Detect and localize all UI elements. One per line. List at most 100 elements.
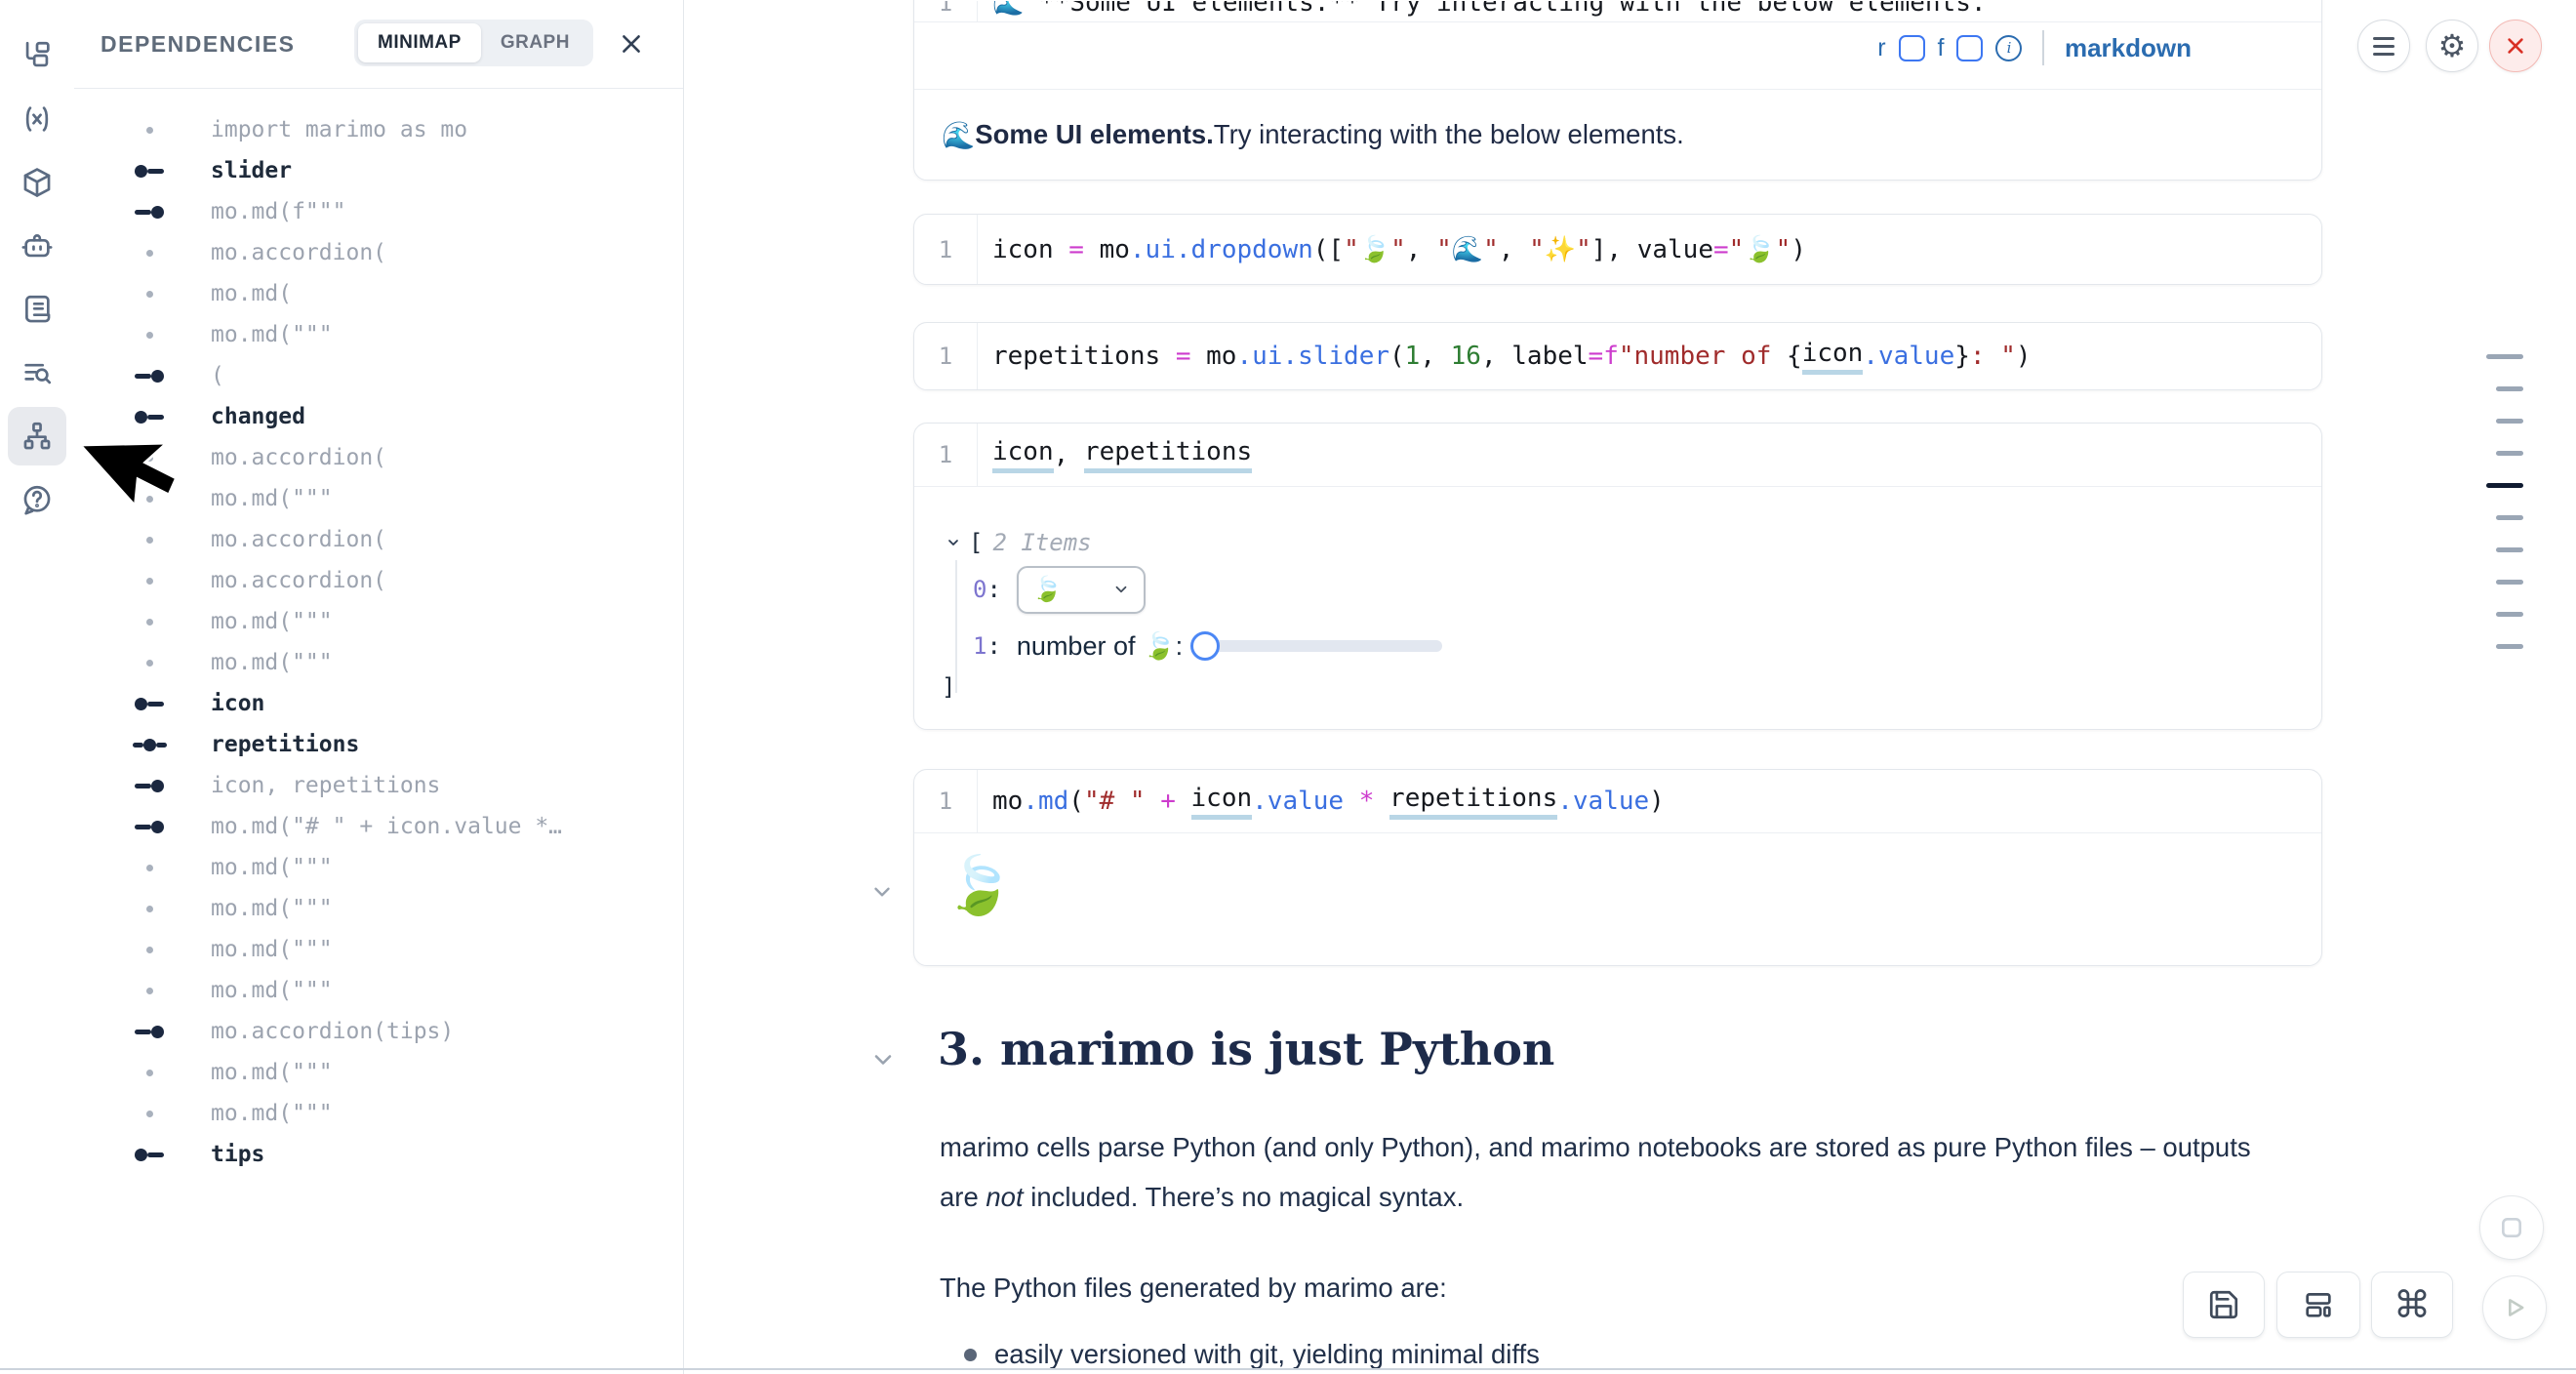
sidebar-item-help[interactable] xyxy=(8,470,66,529)
command-palette-button[interactable]: ⌘ xyxy=(2371,1272,2453,1338)
md-intro-editor-clipped[interactable]: 1 🌊 **Some UI elements.** Try interactin… xyxy=(914,1,2321,22)
minimap-item[interactable]: mo.md(f""" xyxy=(74,191,683,232)
md-result-output: 🍃 xyxy=(914,832,2321,965)
tuple-editor: 1 icon, repetitions xyxy=(914,424,2321,487)
scroll-mark[interactable] xyxy=(2496,547,2523,552)
minimap-item-label: mo.accordion( xyxy=(211,527,386,552)
tree-row-0: 0 : 🍃 xyxy=(973,566,1146,613)
cell-dot-icon xyxy=(125,906,174,912)
scroll-mark[interactable] xyxy=(2496,451,2523,456)
minimap-item[interactable]: changed xyxy=(74,396,683,437)
minimap-item-label: mo.md(""" xyxy=(211,650,333,675)
slider-def-code[interactable]: repetitions = mo.ui.slider(1, 16, label=… xyxy=(977,323,2321,389)
minimap-item[interactable]: ( xyxy=(74,355,683,396)
tab-graph[interactable]: GRAPH xyxy=(481,23,589,62)
slider-thumb[interactable] xyxy=(1190,631,1220,661)
bullet-icon xyxy=(964,1349,977,1361)
tab-minimap[interactable]: MINIMAP xyxy=(358,23,481,62)
notebook-menu-button[interactable] xyxy=(2357,20,2410,72)
scroll-mark[interactable] xyxy=(2496,386,2523,391)
minimap-item-label: mo.md(""" xyxy=(211,1060,333,1085)
minimap-item[interactable]: mo.accordion( xyxy=(74,232,683,273)
minimap-item[interactable]: mo.accordion( xyxy=(74,519,683,560)
minimap-item-label: mo.md(""" xyxy=(211,855,333,880)
tree-open-bracket: [ xyxy=(969,529,983,556)
tuple-code[interactable]: icon, repetitions xyxy=(977,424,2321,486)
minimap-item[interactable]: icon, repetitions xyxy=(74,765,683,806)
minimap-item[interactable]: mo.md(""" xyxy=(74,478,683,519)
sidebar-item-variables[interactable] xyxy=(8,90,66,148)
slider-track[interactable] xyxy=(1204,640,1442,652)
minimap-item[interactable]: slider xyxy=(74,150,683,191)
minimap-item[interactable]: mo.md(""" xyxy=(74,929,683,970)
minimap-item[interactable]: mo.md(""" xyxy=(74,601,683,642)
section-collapse-chevron[interactable] xyxy=(869,1046,897,1073)
raw-toggle-label: r xyxy=(1877,34,1885,62)
sidebar-item-scratchpad[interactable] xyxy=(8,280,66,339)
icon-dropdown-widget[interactable]: 🍃 xyxy=(1017,566,1146,614)
minimap-item-label: mo.accordion(tips) xyxy=(211,1019,454,1044)
minimap-item[interactable]: mo.md( xyxy=(74,273,683,314)
sidebar-item-file-explorer[interactable] xyxy=(8,26,66,85)
cell-dot-icon xyxy=(125,496,174,503)
scroll-mark[interactable] xyxy=(2496,580,2523,585)
scroll-mark[interactable] xyxy=(2496,612,2523,617)
minimap-item-label: mo.md(""" xyxy=(211,978,333,1003)
sidebar-item-packages[interactable] xyxy=(8,153,66,212)
tree-collapse-icon[interactable] xyxy=(946,535,961,550)
fstring-toggle-checkbox[interactable] xyxy=(1956,35,1983,61)
minimap-item[interactable]: import marimo as mo xyxy=(74,109,683,150)
minimap-item[interactable]: tips xyxy=(74,1134,683,1175)
settings-button[interactable]: ⚙ xyxy=(2426,20,2478,72)
sidebar-item-ai-assistant[interactable] xyxy=(8,217,66,275)
chevron-down-icon xyxy=(1112,581,1130,598)
minimap-item[interactable]: mo.accordion(tips) xyxy=(74,1011,683,1052)
md-intro-source[interactable]: 🌊 **Some UI elements.** Try interacting … xyxy=(977,1,2321,21)
robot-icon xyxy=(20,229,54,263)
cell-dot-icon xyxy=(125,1111,174,1117)
minimap-item[interactable]: mo.md("# " + icon.value *… xyxy=(74,806,683,847)
dependency-graph-icon xyxy=(20,420,54,453)
minimap-item[interactable]: mo.md(""" xyxy=(74,314,683,355)
repetitions-slider-widget[interactable] xyxy=(1190,631,1442,661)
save-button[interactable] xyxy=(2183,1272,2265,1338)
minimap-item-label: mo.md(""" xyxy=(211,896,333,921)
leaf-emoji-output: 🍃 xyxy=(944,858,1014,914)
scroll-mark[interactable] xyxy=(2486,354,2523,359)
layout-toggle-button[interactable] xyxy=(2276,1272,2360,1338)
minimap-item[interactable]: mo.md(""" xyxy=(74,970,683,1011)
stop-icon xyxy=(2499,1215,2524,1240)
list-item: easily versioned with git, yielding mini… xyxy=(964,1339,1540,1370)
scroll-mark[interactable] xyxy=(2496,644,2523,649)
cell-tuple: 1 icon, repetitions [ 2 Items 0 : 🍃 xyxy=(913,423,2322,730)
cell-slider-def: 1 repetitions = mo.ui.slider(1, 16, labe… xyxy=(913,322,2322,390)
info-icon[interactable]: i xyxy=(1995,35,2022,61)
sidebar-item-dependencies[interactable] xyxy=(8,407,66,465)
md-result-code[interactable]: mo.md("# " + icon.value * repetitions.va… xyxy=(977,770,2321,832)
minimap-item[interactable]: mo.accordion( xyxy=(74,560,683,601)
panel-close-button[interactable] xyxy=(617,29,646,59)
scroll-mark-active[interactable] xyxy=(2486,483,2523,488)
scroll-mark[interactable] xyxy=(2496,515,2523,520)
minimap-item-label: mo.md(""" xyxy=(211,609,333,634)
cell-collapse-chevron[interactable] xyxy=(869,879,895,905)
minimap-item[interactable]: mo.md(""" xyxy=(74,1052,683,1093)
stop-button[interactable] xyxy=(2479,1195,2544,1260)
minimap-item[interactable]: mo.accordion( xyxy=(74,437,683,478)
cell-edge-icon xyxy=(125,1026,174,1038)
minimap-item[interactable]: icon xyxy=(74,683,683,724)
markdown-toolbar: r f i markdown xyxy=(1877,28,2192,67)
minimap-item-label: mo.md(""" xyxy=(211,937,333,962)
minimap-item[interactable]: mo.md(""" xyxy=(74,888,683,929)
minimap-item[interactable]: mo.md(""" xyxy=(74,642,683,683)
raw-toggle-checkbox[interactable] xyxy=(1899,35,1925,61)
run-button[interactable] xyxy=(2482,1275,2547,1340)
language-mode-button[interactable]: markdown xyxy=(2065,33,2192,63)
scroll-mark[interactable] xyxy=(2496,419,2523,424)
sidebar-item-snippets[interactable] xyxy=(8,344,66,402)
minimap-item[interactable]: mo.md(""" xyxy=(74,847,683,888)
shutdown-button[interactable] xyxy=(2489,20,2542,72)
minimap-item[interactable]: mo.md(""" xyxy=(74,1093,683,1134)
minimap-item[interactable]: repetitions xyxy=(74,724,683,765)
dropdown-def-code[interactable]: icon = mo.ui.dropdown(["🍃", "🌊", "✨"], v… xyxy=(977,215,2321,284)
